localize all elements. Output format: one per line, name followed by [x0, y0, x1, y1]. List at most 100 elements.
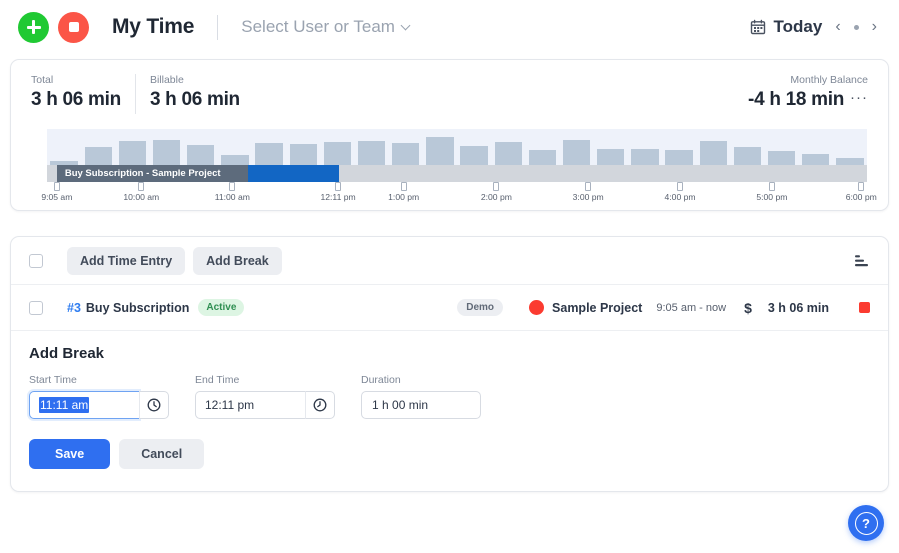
timeline-segment-label: Buy Subscription - Sample Project	[64, 168, 221, 179]
help-button[interactable]: ?	[848, 505, 884, 541]
axis-tick-label: 4:00 pm	[664, 192, 696, 202]
end-time-field-group: End Time 12:11 pm	[195, 374, 335, 419]
add-timer-button[interactable]	[18, 11, 49, 43]
axis-tick-mark	[229, 182, 236, 191]
timeline-segment-project[interactable]: Buy Subscription - Sample Project	[56, 165, 248, 182]
entry-id[interactable]: #3	[67, 301, 81, 315]
total-stat: Total 3 h 06 min	[31, 74, 135, 111]
chevron-down-icon	[400, 20, 411, 30]
billable-label: Billable	[149, 74, 184, 86]
sort-list-icon[interactable]	[854, 254, 870, 268]
end-time-value: 12:11 pm	[205, 398, 255, 412]
axis-tick-label: 3:00 pm	[572, 192, 604, 202]
axis-tick: 5:00 pm	[747, 182, 797, 202]
axis-tick-mark	[400, 182, 407, 191]
today-label: Today	[773, 17, 823, 36]
activity-bar	[357, 141, 386, 165]
next-day-button[interactable]: ›	[872, 19, 877, 35]
axis-tick-mark	[138, 182, 145, 191]
axis-tick-mark	[677, 182, 684, 191]
axis-tick-label: 6:00 pm	[845, 192, 877, 202]
app-page: My Time Select User or Team Today ‹ › To…	[0, 0, 899, 553]
duration-input[interactable]: 1 h 00 min	[361, 391, 481, 419]
axis-tick: 4:00 pm	[655, 182, 705, 202]
entries-toolbar: Add Time Entry Add Break	[11, 237, 888, 285]
ellipsis-icon[interactable]: ···	[850, 90, 868, 108]
axis-tick: 9:05 am	[32, 182, 82, 202]
activity-bar	[665, 150, 693, 165]
timeline-track[interactable]: Buy Subscription - Sample Project	[47, 165, 867, 182]
activity-bar	[528, 149, 557, 165]
activity-bar	[187, 145, 215, 165]
project-name[interactable]: Sample Project	[552, 301, 642, 315]
axis-tick: 3:00 pm	[563, 182, 613, 202]
end-time-clock-icon[interactable]	[305, 391, 335, 419]
stat-divider	[134, 74, 136, 114]
add-break-button[interactable]: Add Break	[193, 246, 282, 275]
start-time-value: 11:11 am	[39, 397, 90, 413]
total-label: Total	[31, 74, 54, 86]
entries-card: Add Time Entry Add Break #3 Buy Subscrip…	[10, 236, 889, 492]
activity-bar	[323, 141, 352, 165]
billable-dollar-icon[interactable]: $	[744, 300, 752, 316]
today-button[interactable]: Today	[750, 17, 823, 37]
header-right-group: Today ‹ ›	[750, 17, 881, 37]
form-title: Add Break	[29, 345, 105, 362]
activity-bar	[836, 157, 864, 165]
start-time-input[interactable]: 11:11 am	[29, 391, 139, 419]
plus-icon	[26, 20, 41, 35]
axis-tick-label: 9:05 am	[41, 192, 73, 202]
page-title: My Time	[112, 15, 195, 38]
axis-tick-label: 2:00 pm	[480, 192, 512, 202]
stop-square-icon[interactable]	[859, 302, 870, 313]
axis-tick-label: 10:00 am	[123, 192, 160, 202]
end-time-input[interactable]: 12:11 pm	[195, 391, 305, 419]
activity-bar	[152, 140, 181, 165]
axis-tick: 6:00 pm	[836, 182, 886, 202]
select-all-checkbox[interactable]	[29, 253, 43, 268]
monthly-balance-label: Monthly Balance	[790, 74, 868, 86]
start-time-input-wrap: 11:11 am	[29, 391, 169, 419]
add-time-entry-button[interactable]: Add Time Entry	[67, 246, 186, 275]
timeline-segment-active[interactable]	[247, 165, 339, 182]
header-left-group: My Time Select User or Team	[18, 11, 411, 43]
axis-tick-mark	[858, 182, 865, 191]
activity-bar	[631, 149, 659, 165]
row-checkbox[interactable]	[29, 300, 43, 315]
end-time-label: End Time	[195, 374, 240, 386]
summary-timeline-card: Total 3 h 06 min Billable 3 h 06 min Mon…	[10, 59, 889, 211]
activity-bar	[733, 147, 762, 165]
timeline-axis: 9:05 am 10:00 am 11:00 am 12:11 pm 1:00 pm 2:…	[41, 182, 877, 202]
activity-bar	[597, 148, 625, 165]
user-team-selector[interactable]: Select User or Team	[241, 17, 411, 37]
form-fields: Start Time 11:11 am End Time 12:11 pm Du…	[29, 374, 870, 419]
calendar-icon	[750, 19, 766, 35]
duration-value: 1 h 00 min	[372, 398, 429, 412]
table-row[interactable]: #3 Buy Subscription Active Demo Sample P…	[11, 285, 888, 331]
prev-day-button[interactable]: ‹	[835, 19, 840, 35]
cancel-button[interactable]: Cancel	[119, 439, 205, 469]
end-time-input-wrap: 12:11 pm	[195, 391, 335, 419]
start-time-clock-icon[interactable]	[139, 391, 169, 419]
app-header: My Time Select User or Team Today ‹ ›	[0, 0, 899, 54]
activity-bar	[767, 150, 796, 165]
activity-bar	[562, 140, 591, 165]
axis-tick: 12:11 pm	[313, 182, 363, 202]
save-button[interactable]: Save	[29, 439, 111, 469]
activity-bar	[255, 143, 283, 165]
activity-bar	[289, 143, 317, 165]
entry-time-range: 9:05 am - now	[656, 301, 727, 314]
axis-tick-label: 1:00 pm	[388, 192, 420, 202]
activity-bar	[84, 147, 112, 165]
today-dot-button[interactable]	[853, 24, 859, 30]
question-mark-icon: ?	[854, 511, 878, 535]
monthly-balance-value: -4 h 18 min	[748, 89, 844, 110]
axis-tick-label: 5:00 pm	[756, 192, 788, 202]
stop-timer-button[interactable]	[58, 11, 89, 43]
add-break-form: Add Break Start Time 11:11 am End Time 1…	[11, 331, 888, 469]
activity-bar	[494, 141, 522, 165]
axis-tick: 1:00 pm	[379, 182, 429, 202]
entry-duration: 3 h 06 min	[767, 300, 829, 315]
user-team-selector-label: Select User or Team	[241, 17, 395, 36]
axis-tick: 2:00 pm	[471, 182, 521, 202]
